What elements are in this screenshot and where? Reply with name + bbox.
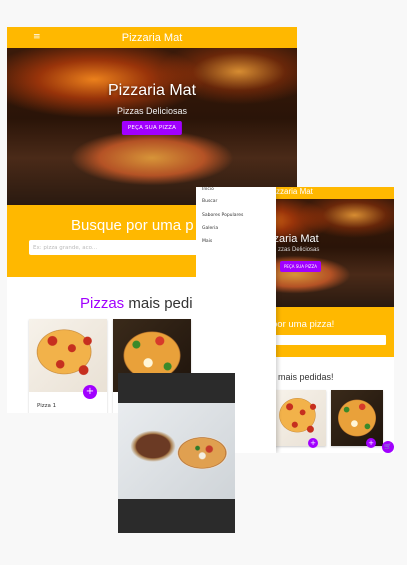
drawer-item-mais[interactable]: Mais [202, 239, 212, 244]
drawer-item-buscar[interactable]: Buscar [202, 199, 217, 204]
top-app-bar: ≡ Pizzaria Mat [7, 27, 297, 48]
hero-banner: Pizzaria Mat Pizzas Deliciosas PEÇA SUA … [7, 48, 297, 205]
order-pizza-button[interactable]: PEÇA SUA PIZZA [121, 121, 183, 135]
mobile-gallery-page [118, 373, 235, 533]
add-to-cart-button[interactable]: + [366, 438, 376, 448]
popular-title-rest: mais pedidas! [275, 372, 334, 382]
hero-title: Pizzaria Mat [107, 82, 197, 99]
hero-subtitle: Pizzas Deliciosas [116, 106, 188, 116]
add-to-cart-button[interactable]: + [308, 438, 318, 448]
hero-subtitle: zzas Deliciosas [278, 247, 320, 253]
drawer-item-inicio[interactable]: Início [202, 187, 214, 192]
gallery-image [118, 403, 235, 499]
popular-title-accent: Pizzas [80, 295, 125, 312]
pizza-card[interactable] [331, 390, 383, 446]
pizza-image [29, 319, 107, 392]
popular-title-rest: mais pedi [124, 295, 193, 312]
search-title: Busque por uma p [71, 217, 194, 234]
pizza-card[interactable] [274, 390, 326, 446]
add-to-cart-button[interactable]: + [83, 385, 97, 399]
search-title: por uma pizza! [272, 319, 335, 330]
search-input[interactable] [274, 335, 386, 345]
cart-icon[interactable]: 🛒 [382, 441, 394, 453]
pizza-card[interactable]: Pizza 1 + [29, 319, 107, 413]
brand-title: Pizzaria Mat [121, 31, 183, 44]
popular-title: Pizzas mais pedi [80, 295, 193, 312]
order-pizza-button[interactable]: PEÇA SUA PIZZA [280, 261, 322, 272]
popular-title: s mais pedidas! [271, 372, 334, 382]
hamburger-icon[interactable]: ≡ [33, 32, 41, 42]
drawer-item-galeria[interactable]: Galeria [202, 226, 218, 231]
drawer-item-sabores[interactable]: Sabores Populares [202, 213, 243, 218]
brand-title: zzaria Mat [276, 187, 313, 196]
pizza-name: Pizza 1 [37, 403, 57, 409]
